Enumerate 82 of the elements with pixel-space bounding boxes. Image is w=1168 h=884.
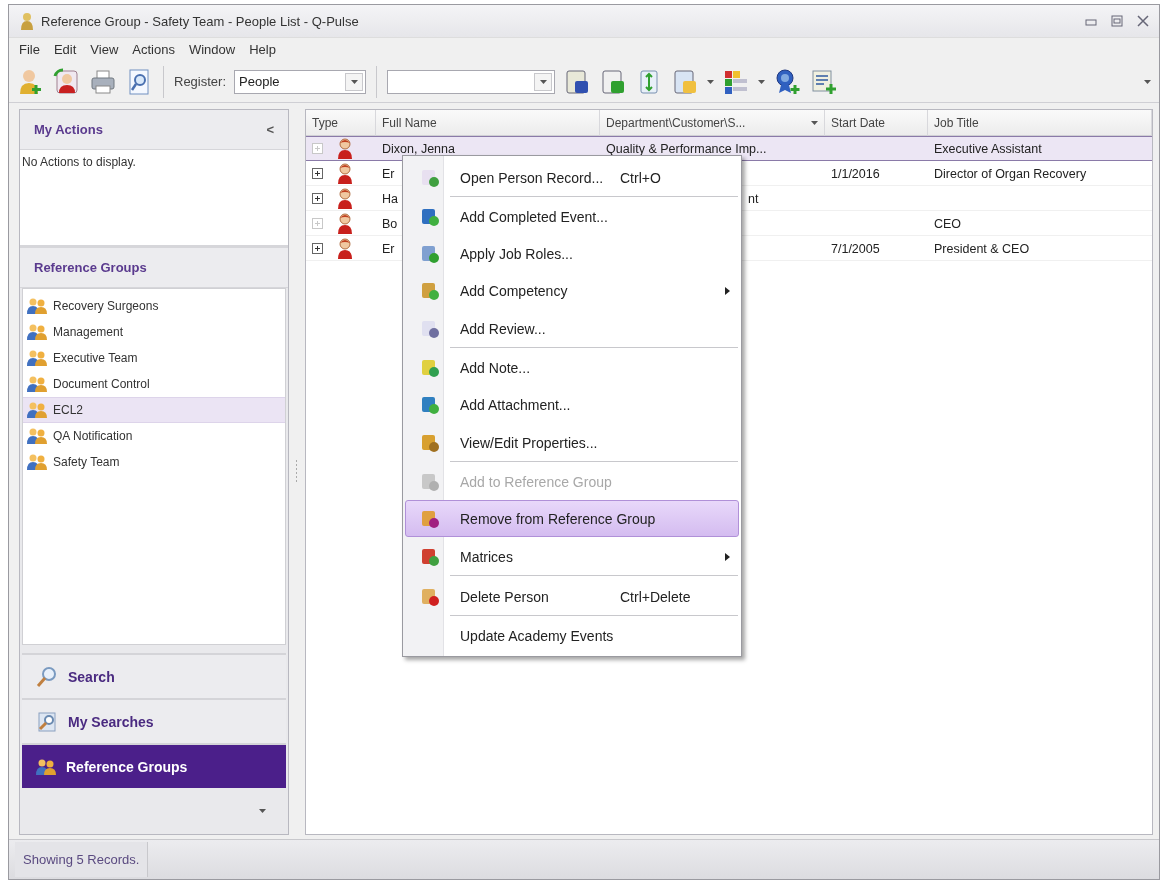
menu-item-icon	[420, 394, 440, 415]
column-header[interactable]: Department\Customer\S...	[600, 110, 825, 136]
people-group-icon	[36, 757, 56, 776]
register-label: Register:	[174, 74, 227, 89]
person-icon	[337, 187, 353, 210]
menu-item[interactable]: Remove from Reference Group	[405, 500, 739, 537]
person-icon	[337, 162, 353, 185]
magnifier-icon	[36, 665, 58, 688]
printer-icon[interactable]	[89, 67, 117, 96]
menu-item-icon	[420, 243, 440, 264]
people-group-icon	[27, 297, 47, 315]
menu-item-icon	[420, 433, 440, 453]
submenu-arrow-icon	[725, 286, 730, 295]
menu-item[interactable]: Update Academy Events	[405, 617, 739, 654]
saved-search-icon	[36, 710, 58, 733]
menu-item[interactable]: Add Attachment...	[405, 386, 739, 423]
register-dropdown[interactable]: People	[234, 69, 367, 94]
menu-item-icon	[420, 471, 440, 492]
award-icon[interactable]	[773, 67, 802, 96]
menu-item[interactable]: Window	[182, 40, 242, 59]
group-item[interactable]: Executive Team	[23, 345, 285, 371]
group-item[interactable]: Management	[23, 319, 285, 345]
menu-item[interactable]: File	[13, 40, 46, 59]
person-icon	[337, 237, 353, 260]
menu-item[interactable]: Add Competency	[405, 272, 739, 309]
dropdown-arrow-icon	[758, 79, 766, 84]
group-item[interactable]: Document Control	[23, 371, 285, 397]
column-header[interactable]: Start Date	[825, 110, 928, 136]
column-header[interactable]: Full Name	[376, 110, 600, 136]
panel-title: Reference Groups	[34, 260, 147, 275]
group-item[interactable]: ECL2	[23, 397, 285, 423]
more-arrow-icon	[259, 809, 266, 813]
column-header[interactable]: Type	[306, 110, 376, 136]
splitter-grip-icon	[295, 460, 298, 484]
menu-item-icon	[420, 280, 440, 301]
table-cell: Executive Assistant	[928, 136, 1152, 161]
nav-button[interactable]: Reference Groups	[22, 743, 286, 788]
menu-item[interactable]: Edit	[47, 40, 83, 59]
app-icon	[19, 12, 35, 30]
people-group-icon	[27, 401, 47, 419]
dropdown-arrow-icon	[707, 79, 715, 84]
group-item[interactable]: Recovery Surgeons	[23, 293, 285, 319]
people-group-icon	[27, 323, 47, 341]
person-icon	[337, 212, 353, 235]
person-icon	[337, 137, 353, 160]
menu-item[interactable]: View	[84, 40, 125, 59]
maximize-icon[interactable]	[1111, 15, 1123, 27]
menu-item-icon	[420, 206, 440, 227]
menu-item-icon	[420, 168, 440, 188]
expand-icon[interactable]	[312, 193, 323, 204]
group-item[interactable]: Safety Team	[23, 449, 285, 475]
sort-arrow-icon	[811, 120, 818, 125]
people-group-icon	[27, 349, 47, 367]
filter-dropdown[interactable]	[387, 69, 556, 94]
column-header[interactable]: Job Title	[928, 110, 1152, 136]
empty-message: No Actions to display.	[22, 155, 136, 169]
window-title: Reference Group - Safety Team - People List - Q-Pulse	[41, 13, 360, 29]
person-card-icon[interactable]	[53, 67, 81, 96]
people-group-icon	[27, 453, 47, 471]
group-item[interactable]: QA Notification	[23, 423, 285, 449]
dropdown-arrow-icon	[539, 79, 547, 84]
panel-title: My Actions	[34, 122, 103, 137]
menu-item-icon	[420, 357, 440, 378]
menu-item-icon	[420, 587, 440, 607]
dropdown-arrow-icon	[350, 79, 358, 84]
menu-item-icon	[420, 319, 440, 339]
collapse-button[interactable]: <	[266, 122, 274, 137]
overflow-arrow-icon	[1144, 79, 1151, 84]
people-group-icon	[27, 375, 47, 393]
close-icon[interactable]	[1137, 15, 1149, 27]
menu-item-icon	[420, 508, 440, 529]
status-text: Showing 5 Records.	[15, 842, 149, 877]
menu-item-icon	[420, 547, 440, 567]
people-group-icon	[27, 427, 47, 445]
minimize-icon[interactable]	[1085, 16, 1097, 26]
menu-item[interactable]: Help	[243, 40, 282, 59]
menu-item[interactable]: Actions	[126, 40, 181, 59]
submenu-arrow-icon	[725, 553, 730, 561]
report-add-icon[interactable]	[809, 67, 838, 96]
expand-icon[interactable]	[312, 168, 323, 179]
menu-item[interactable]: Add Note...	[405, 349, 739, 386]
expand-icon[interactable]	[312, 243, 323, 254]
